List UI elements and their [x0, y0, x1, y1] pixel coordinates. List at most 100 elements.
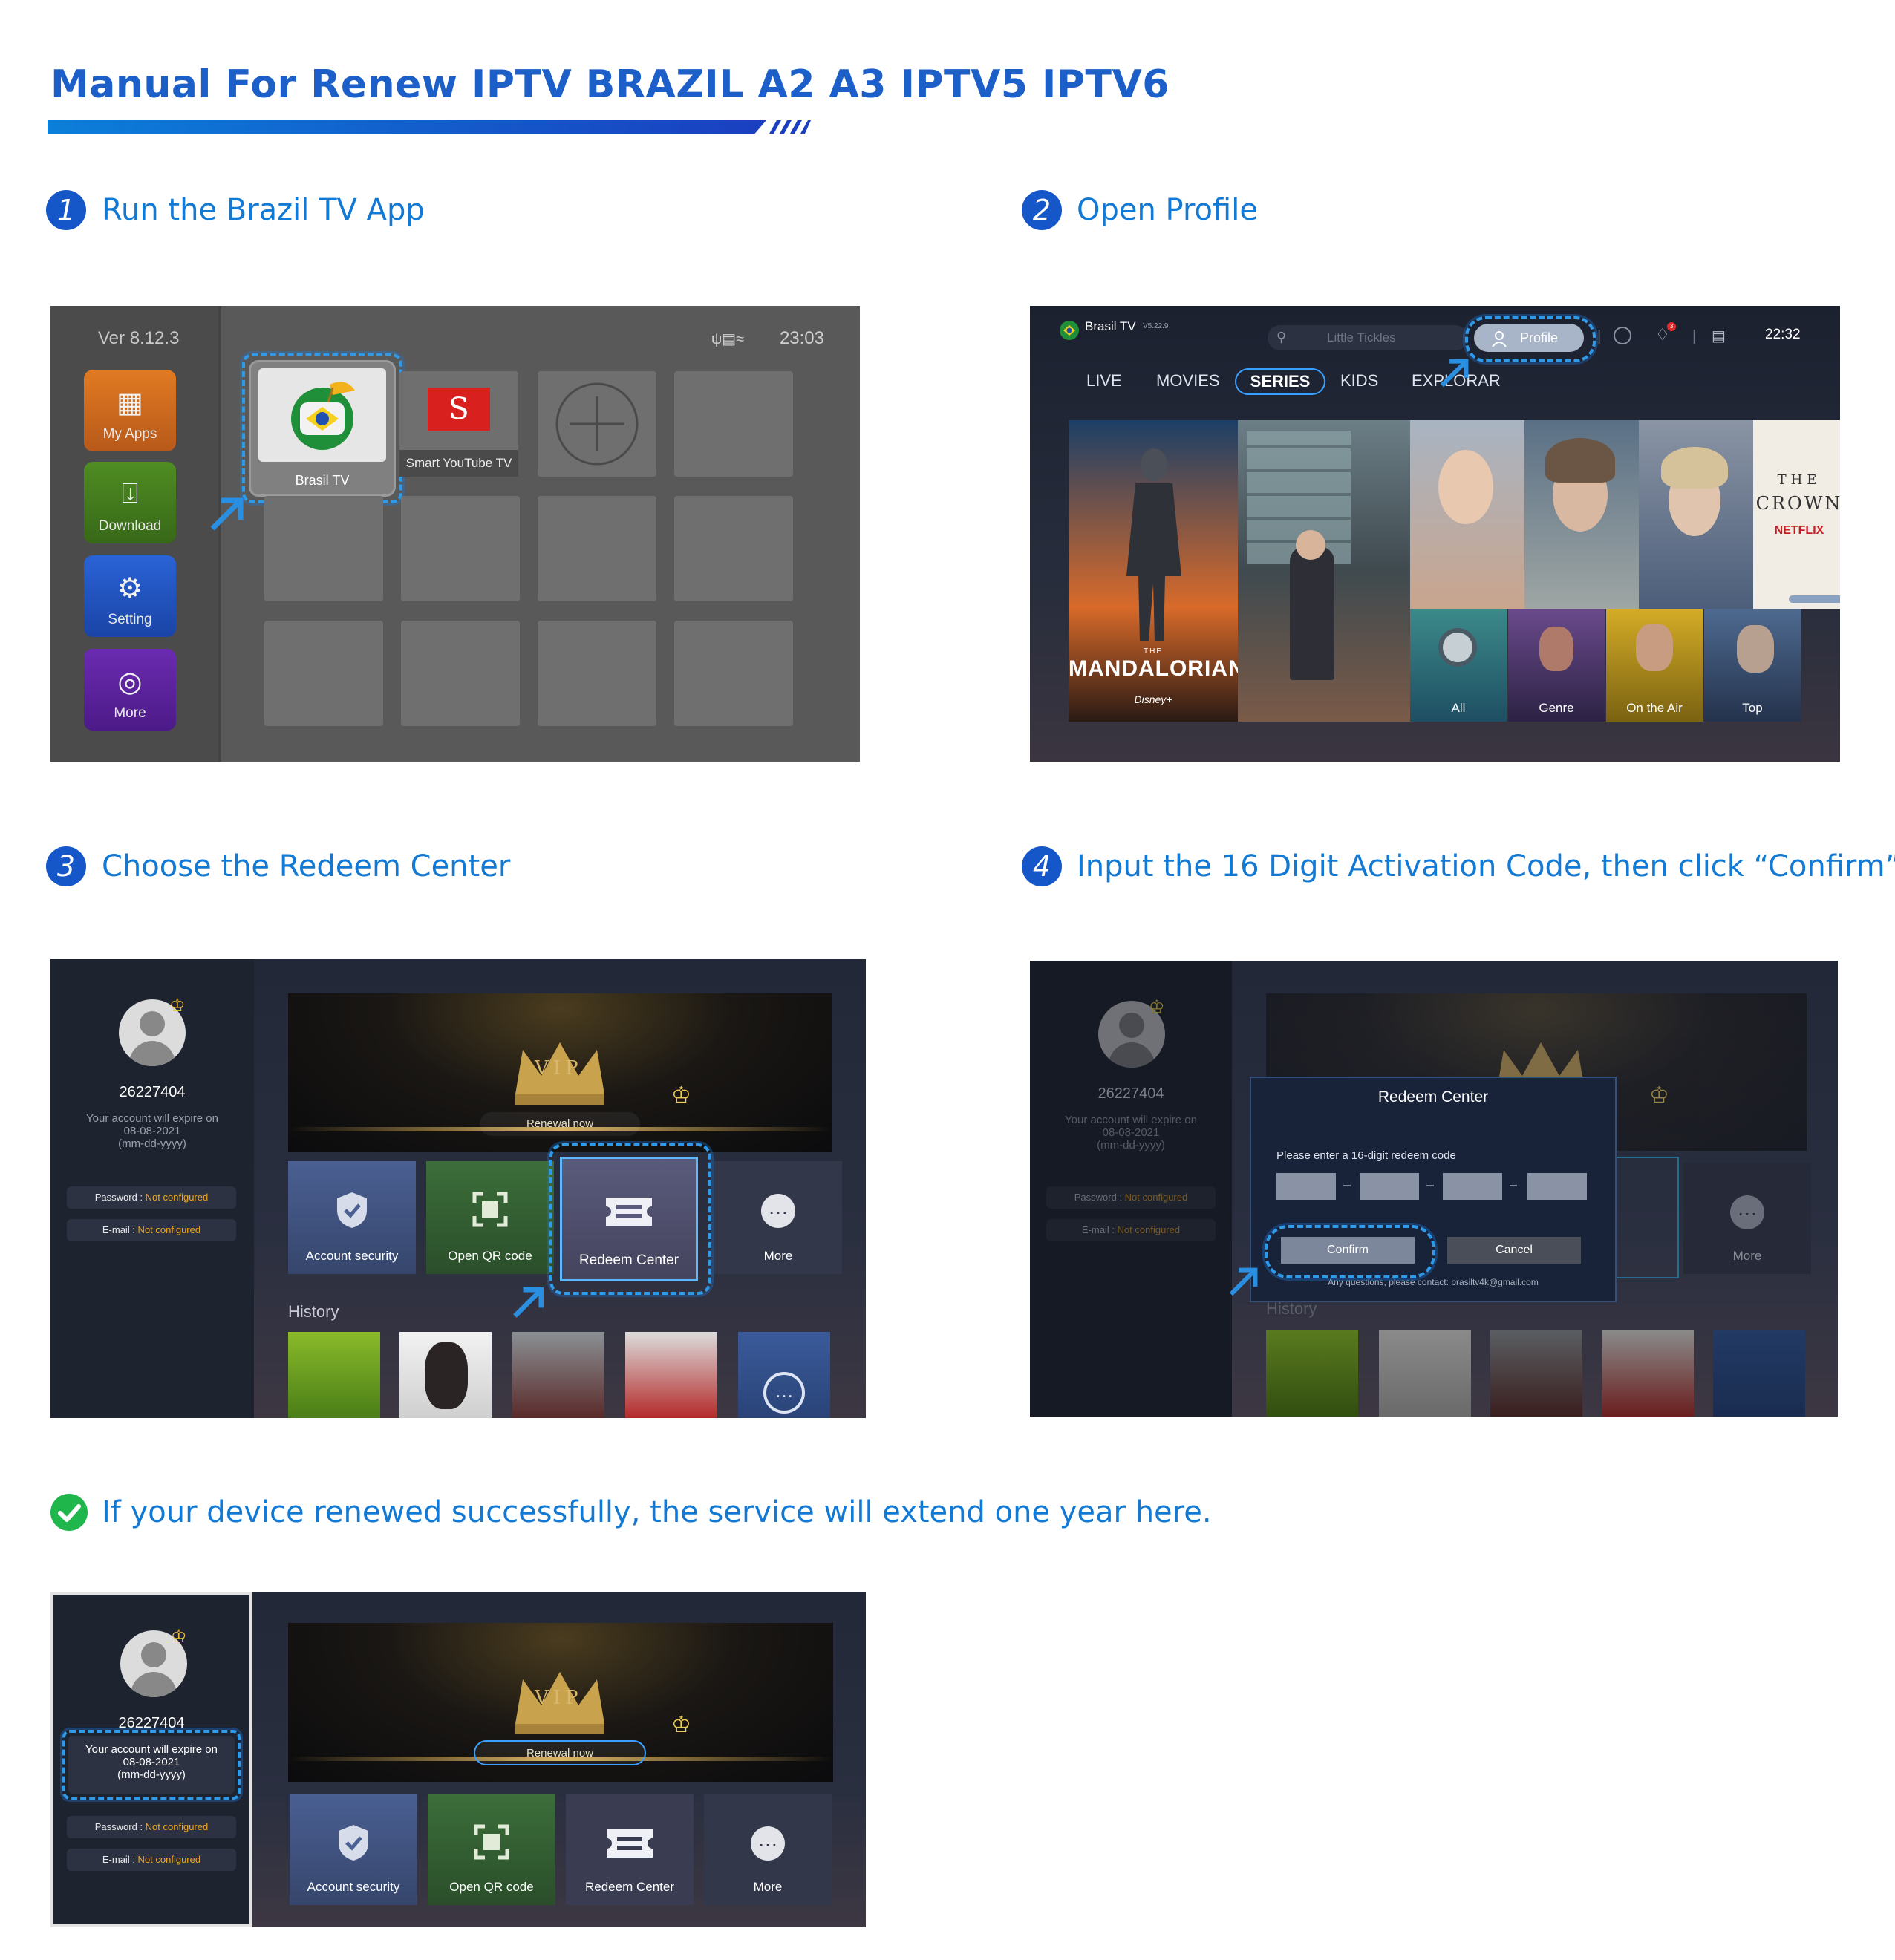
history-thumb[interactable] — [399, 1332, 492, 1418]
step-2-arrow-icon — [1440, 359, 1469, 388]
account-security-card[interactable]: Account security — [290, 1794, 417, 1905]
empty-app-tile[interactable] — [264, 621, 383, 726]
email-pill[interactable]: E-mail : Not configured — [67, 1849, 236, 1871]
code-separator — [1510, 1185, 1517, 1186]
history-clock-icon[interactable] — [1614, 327, 1631, 344]
step-1-label: Run the Brazil TV App — [102, 193, 425, 227]
more-icon: … — [761, 1194, 795, 1228]
category-top-tile[interactable]: Top — [1704, 609, 1801, 722]
more-card[interactable]: … More — [704, 1794, 832, 1905]
password-status: Not configured — [145, 1192, 209, 1203]
history-thumb[interactable] — [1379, 1330, 1471, 1417]
nav-movies[interactable]: MOVIES — [1156, 371, 1220, 391]
history-more-tile[interactable] — [1713, 1330, 1805, 1417]
my-apps-button[interactable]: ▦ My Apps — [84, 370, 176, 451]
password-pill[interactable]: Password : Not configured — [67, 1186, 236, 1209]
empty-app-tile[interactable] — [401, 621, 520, 726]
empty-app-tile[interactable] — [264, 496, 383, 601]
cancel-button[interactable]: Cancel — [1447, 1237, 1581, 1264]
open-qr-code-card[interactable]: Open QR code — [426, 1161, 554, 1274]
history-more-tile[interactable]: … — [738, 1332, 830, 1418]
category-all-tile[interactable]: All — [1410, 609, 1507, 722]
history-thumb[interactable] — [1490, 1330, 1582, 1417]
open-qr-code-card[interactable]: Open QR code — [428, 1794, 555, 1905]
step-4-number: 4 — [1022, 846, 1062, 886]
email-pill[interactable]: E-mail : Not configured — [1046, 1219, 1216, 1241]
password-pill[interactable]: Password : Not configured — [67, 1816, 236, 1838]
code-segment-3-input[interactable] — [1443, 1173, 1502, 1200]
download-button[interactable]: ⍗ Download — [84, 462, 176, 543]
email-status: Not configured — [137, 1854, 201, 1865]
vip-screenshot-step3: ♔ 26227404 Your account will expire on 0… — [50, 959, 866, 1418]
more-circle-icon: ◎ — [117, 667, 143, 698]
more-card-dimmed[interactable]: … More — [1683, 1163, 1811, 1274]
code-segment-1-input[interactable] — [1276, 1173, 1336, 1200]
shield-icon — [339, 1825, 368, 1861]
more-label: More — [753, 1880, 783, 1894]
code-segment-2-input[interactable] — [1360, 1173, 1419, 1200]
nav-kids[interactable]: KIDS — [1340, 371, 1378, 391]
code-segment-4-input[interactable] — [1527, 1173, 1587, 1200]
renewal-now-button[interactable]: Renewal now — [474, 1740, 646, 1765]
setting-button[interactable]: ⚙ Setting — [84, 555, 176, 637]
nav-series[interactable]: SERIES — [1235, 368, 1325, 395]
more-label: More — [763, 1249, 793, 1263]
poster-figure — [1290, 546, 1334, 680]
small-crown-icon: ♔ — [671, 1713, 691, 1737]
empty-app-tile[interactable] — [674, 371, 793, 477]
email-label: E-mail : — [102, 1854, 138, 1865]
empty-app-tile[interactable] — [674, 496, 793, 601]
nav-live[interactable]: LIVE — [1086, 371, 1122, 391]
empty-app-tile[interactable] — [538, 496, 656, 601]
my-apps-label: My Apps — [102, 426, 157, 442]
ticket-icon — [607, 1829, 653, 1858]
category-genre-tile[interactable]: Genre — [1508, 609, 1605, 722]
more-card[interactable]: … More — [714, 1161, 842, 1274]
shield-icon — [337, 1192, 367, 1228]
password-status: Not configured — [145, 1821, 209, 1832]
redeem-center-card[interactable]: Redeem Center — [566, 1794, 694, 1905]
series-poster-princess[interactable] — [1410, 420, 1524, 609]
email-pill[interactable]: E-mail : Not configured — [67, 1219, 236, 1241]
account-security-label: Account security — [307, 1880, 400, 1894]
empty-app-tile[interactable] — [401, 496, 520, 601]
carousel-indicator — [1789, 595, 1840, 603]
search-input[interactable]: Little Tickles — [1268, 325, 1468, 350]
series-poster-busker[interactable] — [1238, 420, 1410, 722]
series-poster-queen[interactable] — [1524, 420, 1639, 609]
more-icon: … — [1730, 1195, 1764, 1229]
setting-label: Setting — [108, 612, 152, 627]
empty-app-tile[interactable] — [538, 621, 656, 726]
history-thumb[interactable] — [1266, 1330, 1358, 1417]
account-security-card[interactable]: Account security — [288, 1161, 416, 1274]
dialog-contact-footer: Any questions, please contact: brasiltv4… — [1328, 1277, 1539, 1287]
vip-text: VIP — [535, 1057, 583, 1079]
history-thumb[interactable] — [1602, 1330, 1694, 1417]
add-app-tile[interactable] — [538, 371, 656, 477]
more-button[interactable]: ◎ More — [84, 649, 176, 731]
code-separator — [1426, 1185, 1434, 1186]
category-on-the-air-label: On the Air — [1626, 701, 1683, 715]
poster-hair — [1661, 447, 1728, 489]
history-thumb[interactable] — [625, 1332, 717, 1418]
smart-youtube-tv-app-tile[interactable]: S Smart YouTube TV — [399, 371, 518, 477]
screen-icon[interactable]: ▤ — [1712, 327, 1726, 345]
series-poster-thatcher[interactable] — [1639, 420, 1753, 609]
crown-badge-icon: ♔ — [169, 996, 186, 1016]
history-thumb[interactable] — [512, 1332, 604, 1418]
history-thumb[interactable] — [288, 1332, 380, 1418]
empty-app-tile[interactable] — [674, 621, 793, 726]
password-pill[interactable]: Password : Not configured — [1046, 1186, 1216, 1209]
the-crown-poster[interactable]: THE CROWN NETFLIX — [1753, 420, 1840, 609]
success-expiry-highlight — [62, 1730, 241, 1800]
account-security-label: Account security — [305, 1249, 399, 1263]
film-reel-icon — [1438, 628, 1477, 667]
launcher-sidebar: Ver 8.12.3 ▦ My Apps ⍗ Download ⚙ Settin… — [50, 306, 221, 762]
search-icon: ⚲ — [1276, 330, 1287, 344]
renewal-now-button[interactable]: Renewal now — [480, 1112, 640, 1136]
notification-badge: 3 — [1667, 322, 1676, 331]
password-label: Password : — [1074, 1192, 1125, 1203]
category-genre-label: Genre — [1539, 701, 1574, 715]
category-on-the-air-tile[interactable]: On the Air — [1606, 609, 1703, 722]
mandalorian-poster[interactable]: THE MANDALORIAN Disney+ — [1069, 420, 1238, 722]
